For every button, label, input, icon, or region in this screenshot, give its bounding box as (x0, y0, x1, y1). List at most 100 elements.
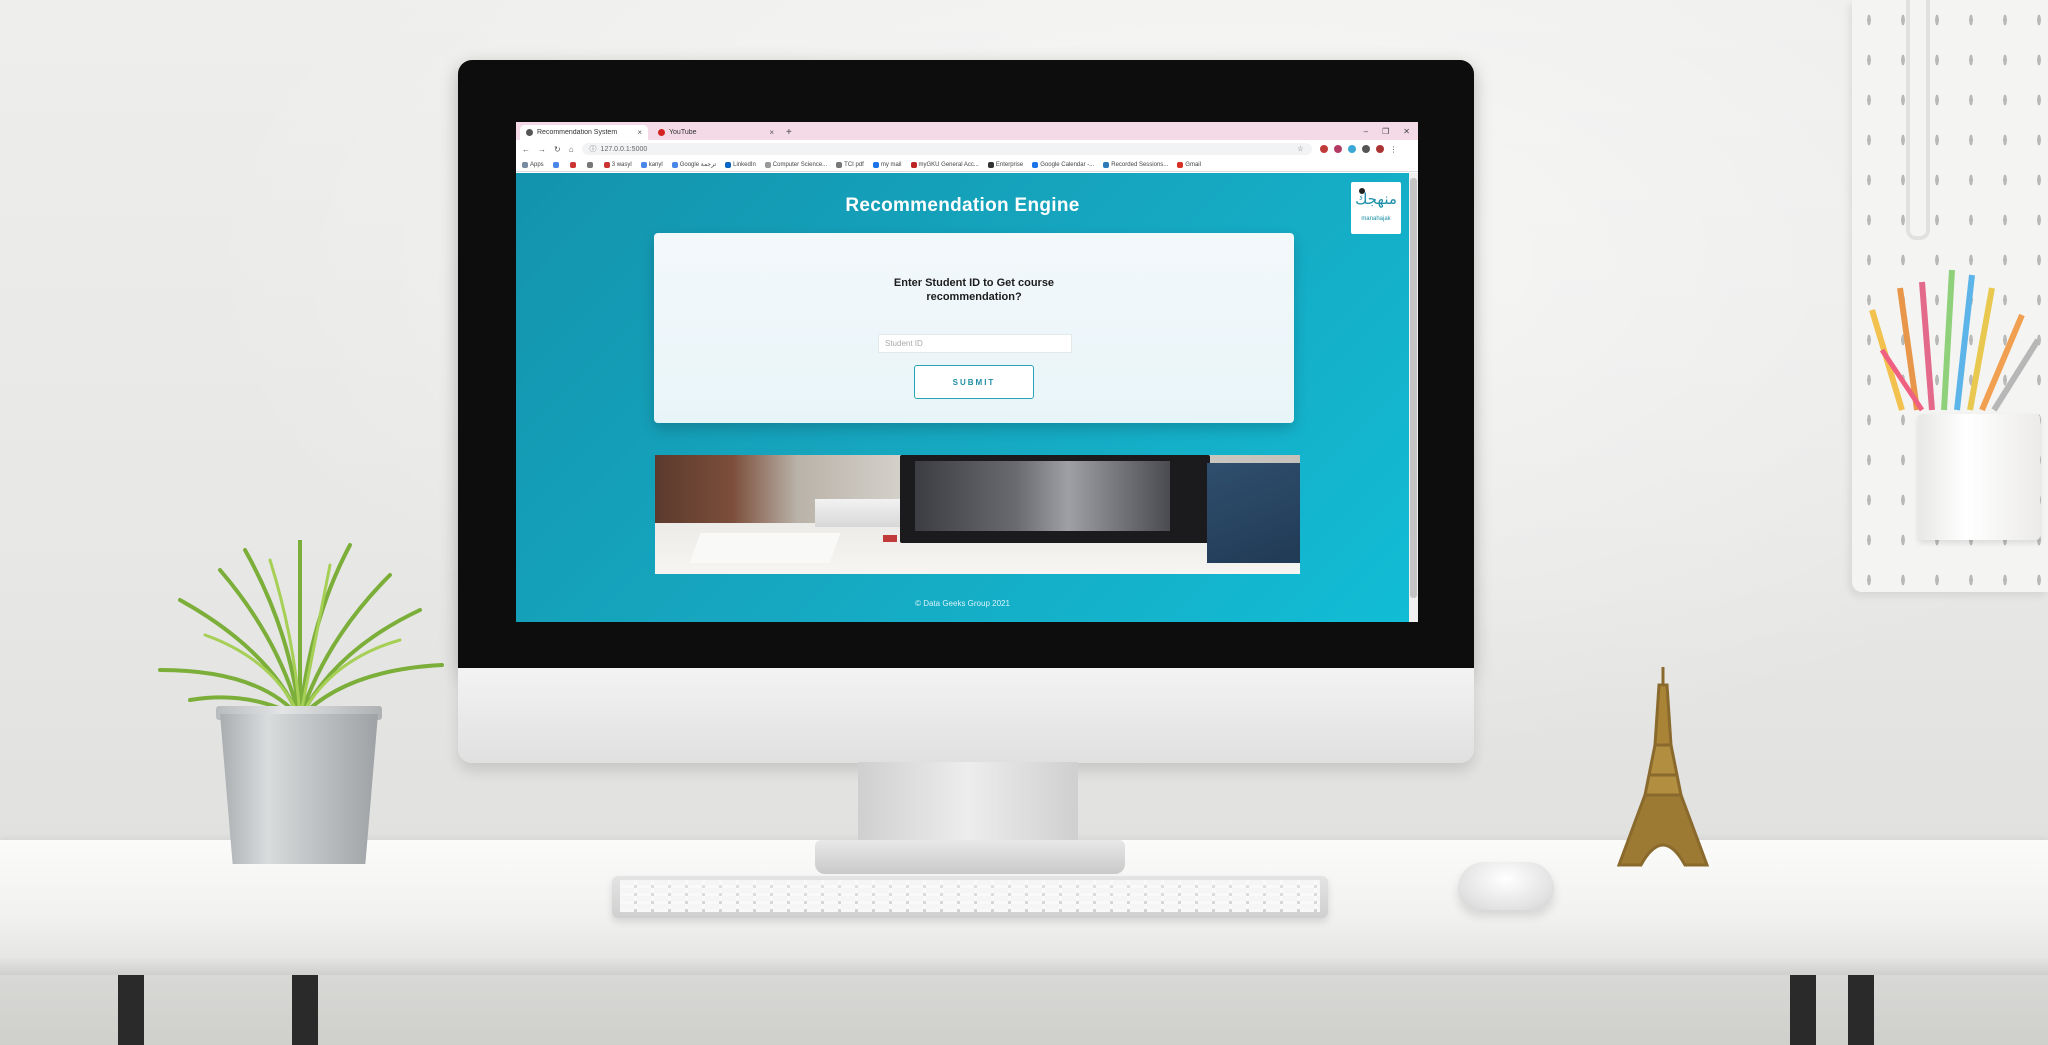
new-tab-button[interactable]: + (786, 125, 792, 140)
site-logo[interactable]: منهجك manahajak (1351, 182, 1401, 234)
bookmark-item[interactable] (552, 161, 561, 168)
bookmark-label: Gmail (1185, 161, 1201, 168)
bookmark-item[interactable]: Gmail (1177, 161, 1201, 168)
close-window-icon[interactable]: ✕ (1403, 124, 1410, 140)
star-icon[interactable]: ☆ (1297, 145, 1303, 153)
mail-icon (872, 161, 879, 168)
bookmark-item[interactable]: my mail (872, 161, 902, 168)
puzzle-icon[interactable] (1361, 145, 1370, 153)
menu-dots-icon[interactable]: ⋮ (1390, 145, 1398, 154)
calendar-icon (1032, 161, 1039, 168)
reload-icon[interactable]: ↻ (554, 145, 561, 154)
bookmark-item[interactable]: LinkedIn (725, 161, 756, 168)
tab-strip: Recommendation System × YouTube × + – ❐ … (516, 122, 1418, 140)
banner-monitor-screen (915, 461, 1170, 531)
banner-box (815, 499, 900, 527)
bookmarks-bar: Apps 3 wasyl kanyl Google ترجمة LinkedIn… (516, 158, 1418, 172)
url-text: 127.0.0.1:5000 (600, 145, 648, 153)
bookmark-item[interactable] (569, 161, 578, 168)
back-arrow-icon[interactable]: ← (522, 145, 530, 154)
home-icon[interactable]: ⌂ (569, 145, 574, 154)
bookmark-item[interactable]: Enterprise (987, 161, 1024, 168)
bookmark-item[interactable]: myGKU General Acc... (910, 161, 979, 168)
bookmark-label: LinkedIn (733, 161, 756, 168)
tab-label: YouTube (669, 129, 697, 136)
wall-hook (1906, 0, 1930, 240)
bookmark-icon (910, 161, 917, 168)
recommendation-card: Enter Student ID to Get course recommend… (654, 233, 1294, 423)
bookmark-icon (836, 161, 843, 168)
bookmark-item[interactable]: Recorded Sessions... (1103, 161, 1169, 168)
desk-leg (118, 975, 144, 1045)
bookmark-icon (552, 161, 559, 168)
page-title: Recommendation Engine (845, 195, 1080, 216)
minimize-icon[interactable]: – (1364, 124, 1368, 140)
bookmark-item[interactable]: 3 wasyl (603, 161, 632, 168)
extension-icon[interactable] (1333, 145, 1342, 153)
bookmark-item[interactable]: kanyl (640, 161, 663, 168)
banner-red-object (883, 535, 897, 542)
tab-label: Recommendation System (537, 129, 618, 136)
eiffel-tower-figurine (1616, 667, 1710, 867)
submit-button[interactable]: SUBMIT (914, 365, 1034, 399)
gmail-icon (1177, 161, 1184, 168)
page-footer: © Data Geeks Group 2021 (915, 599, 1010, 608)
logo-text: manahajak (1361, 216, 1391, 222)
bookmark-label: Apps (530, 161, 544, 168)
banner-paper (689, 533, 841, 563)
logo-arabic-text: منهجك (1355, 190, 1397, 208)
bookmark-label: TCI pdf (844, 161, 864, 168)
info-icon[interactable]: ⓘ (590, 144, 597, 154)
monitor-chin (458, 668, 1474, 763)
bookmark-item[interactable]: Computer Science... (764, 161, 828, 168)
avatar[interactable] (1375, 145, 1384, 153)
extensions-area: ⋮ (1319, 145, 1398, 154)
plant-pot (220, 714, 378, 864)
bookmark-icon (586, 161, 593, 168)
forward-arrow-icon[interactable]: → (538, 145, 546, 154)
bookmark-label: Enterprise (995, 161, 1024, 168)
tab-youtube[interactable]: YouTube × (652, 125, 780, 140)
plant-grass (158, 540, 444, 720)
tab-favicon-icon (526, 129, 533, 136)
extension-icon[interactable] (1319, 145, 1328, 153)
bookmark-icon (640, 161, 647, 168)
bookmark-label: kanyl (648, 161, 663, 168)
restore-icon[interactable]: ❐ (1382, 124, 1389, 140)
extension-icon[interactable] (1347, 145, 1356, 153)
close-tab-icon[interactable]: × (769, 128, 774, 137)
desk-leg (1790, 975, 1816, 1045)
address-bar-row: ← → ↻ ⌂ ⓘ 127.0.0.1:5000 ☆ ⋮ (516, 140, 1418, 158)
bookmark-item[interactable]: Google ترجمة (671, 161, 716, 168)
monitor-stand (858, 762, 1078, 847)
student-id-input[interactable] (878, 334, 1072, 353)
google-translate-icon (671, 161, 678, 168)
bookmark-icon (764, 161, 771, 168)
scrollbar-thumb[interactable] (1410, 178, 1417, 598)
bookmark-item[interactable]: TCI pdf (836, 161, 864, 168)
bookmark-apps[interactable]: Apps (522, 161, 544, 168)
linkedin-icon (725, 161, 732, 168)
desk-edge (0, 955, 2048, 975)
youtube-icon (658, 129, 665, 136)
colored-pencils (1869, 269, 2041, 412)
bookmark-item[interactable] (586, 161, 595, 168)
monitor-foot (815, 840, 1125, 874)
bookmark-label: Recorded Sessions... (1111, 161, 1169, 168)
bookmark-label: Computer Science... (772, 161, 828, 168)
tab-recommendation-system[interactable]: Recommendation System × (520, 125, 648, 140)
web-page: Recommendation Engine منهجك manahajak En… (516, 173, 1409, 622)
url-field[interactable]: ⓘ 127.0.0.1:5000 ☆ (581, 143, 1312, 155)
workspace-banner-image (655, 455, 1300, 574)
desk-leg (1848, 975, 1874, 1045)
bookmark-icon (569, 161, 576, 168)
banner-panel (1207, 463, 1300, 563)
bookmark-label: 3 wasyl (611, 161, 632, 168)
pencil-cup (1918, 414, 2040, 540)
close-tab-icon[interactable]: × (637, 128, 642, 137)
bookmark-label: Google Calendar -... (1040, 161, 1095, 168)
bookmark-icon (1103, 161, 1110, 168)
bookmark-label: myGKU General Acc... (918, 161, 979, 168)
bookmark-item[interactable]: Google Calendar -... (1032, 161, 1095, 168)
bookmark-icon (603, 161, 610, 168)
